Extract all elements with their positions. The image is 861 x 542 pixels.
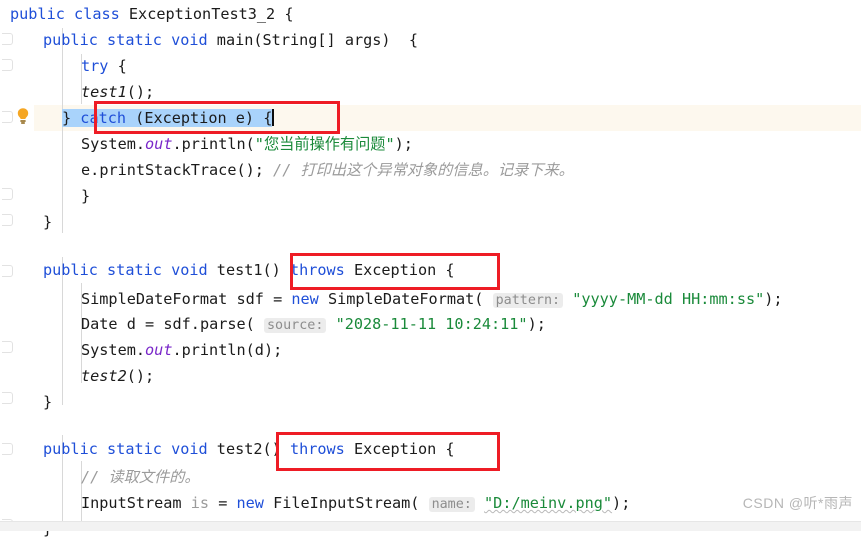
token-class-ref: System [81,135,136,153]
code-line[interactable]: InputStream is = new FileInputStream( na… [0,491,861,516]
token-keyword: static [107,31,162,49]
token-paren: ) { [381,31,418,49]
token-string-literal: "您当前操作有问题" [254,135,395,153]
code-line[interactable]: public static void main(String[] args) { [0,28,861,53]
token-variable: is [190,494,210,512]
token-keyword: throws [289,440,345,458]
token-method-call: test2 [81,367,127,385]
text-caret [272,109,275,126]
code-line[interactable]: } [0,390,861,415]
code-line[interactable]: public static void test1() throws Except… [0,258,861,283]
token-paren: ) { [244,109,273,127]
code-content[interactable]: public class ExceptionTest3_2 { public s… [0,0,861,538]
token-constructor-ref: FileInputStream [273,494,411,512]
token-keyword: static [107,261,162,279]
selection-highlight: } catch (Exception e) { [62,109,273,127]
code-line[interactable]: Date d = sdf.parse( source: "2028-11-11 … [0,312,861,337]
token-brace: } [62,109,81,127]
token-class-ref: Date [81,315,118,333]
code-editor[interactable]: public class ExceptionTest3_2 { public s… [0,0,861,538]
token-method-name: main [216,31,254,49]
token-variable: d [126,315,136,333]
parameter-hint: source: [263,318,327,333]
token-variable: sdf [236,290,264,308]
token-static-field: out [145,341,173,359]
token-line-comment: // 打印出这个异常对象的信息。记录下来。 [273,161,574,179]
code-line[interactable]: public class ExceptionTest3_2 { [0,2,861,27]
token-line-comment: // 读取文件的。 [81,468,200,486]
token-keyword: void [171,31,208,49]
token-keyword: try [81,57,109,75]
token-method-call: println [181,341,246,359]
parameter-hint: name: [428,497,475,512]
token-paren: (); [126,83,155,101]
token-variable: d [254,341,264,359]
token-class-ref: SimpleDateFormat [81,290,228,308]
token-static-field: out [145,135,173,153]
token-class-ref: InputStream [81,494,182,512]
token-constructor-ref: SimpleDateFormat [327,290,475,308]
token-string-literal: "yyyy-MM-dd HH:mm:ss" [572,290,765,308]
code-line[interactable]: public static void test2() throws Except… [0,437,861,462]
token-exception-type: Exception [144,109,227,127]
token-class-name: ExceptionTest3_2 [128,5,276,23]
token-method-call: test1 [81,83,127,101]
token-keyword: catch [80,109,127,127]
token-method-call: parse [199,315,246,333]
token-keyword: public [43,31,98,49]
token-method-call: printStackTrace [99,161,237,179]
code-line[interactable]: System.out.println(d); [0,338,861,363]
token-paren: ( [253,31,263,49]
token-class-ref: System [81,341,136,359]
token-keyword: public [10,5,65,23]
token-keyword: class [74,5,120,23]
code-line[interactable]: e.printStackTrace(); // 打印出这个异常对象的信息。记录下… [0,158,861,183]
code-line[interactable]: } [0,210,861,235]
token-parameters: String[] args [262,31,382,49]
token-keyword: public [43,440,98,458]
code-line[interactable]: test1(); [0,80,861,105]
token-brace: } [81,187,91,205]
code-line-catch[interactable]: } catch (Exception e) { [0,106,861,131]
token-variable: e [235,109,245,127]
token-method-name: test2 [216,440,263,458]
token-keyword: void [171,440,208,458]
watermark: CSDN @听*雨声 [742,495,853,511]
token-paren: ( [126,109,145,127]
code-line[interactable]: SimpleDateFormat sdf = new SimpleDateFor… [0,287,861,312]
token-brace: { [117,57,127,75]
token-keyword: public [43,261,98,279]
token-variable: e [81,161,91,179]
token-keyword: new [236,494,264,512]
token-keyword: throws [289,261,345,279]
code-line[interactable]: test2(); [0,364,861,389]
code-line[interactable]: System.out.println("您当前操作有问题"); [0,132,861,157]
token-variable: sdf [163,315,191,333]
token-brace: { [284,5,294,23]
token-exception-type: Exception [353,261,437,279]
parameter-hint: pattern: [492,293,564,308]
token-string-literal: "2028-11-11 10:24:11" [335,315,528,333]
token-method-call: println [181,135,246,153]
token-string-literal: "D:/meinv.png" [484,494,613,512]
token-exception-type: Exception [353,440,437,458]
code-line[interactable]: } [0,184,861,209]
code-line[interactable]: // 读取文件的。 [0,465,861,490]
token-keyword: static [107,440,162,458]
token-method-name: test1 [216,261,263,279]
token-brace: } [43,393,53,411]
bottom-bar [0,521,861,531]
token-keyword: void [171,261,208,279]
token-keyword: new [291,290,319,308]
code-line[interactable]: try { [0,54,861,79]
token-brace: } [43,213,53,231]
